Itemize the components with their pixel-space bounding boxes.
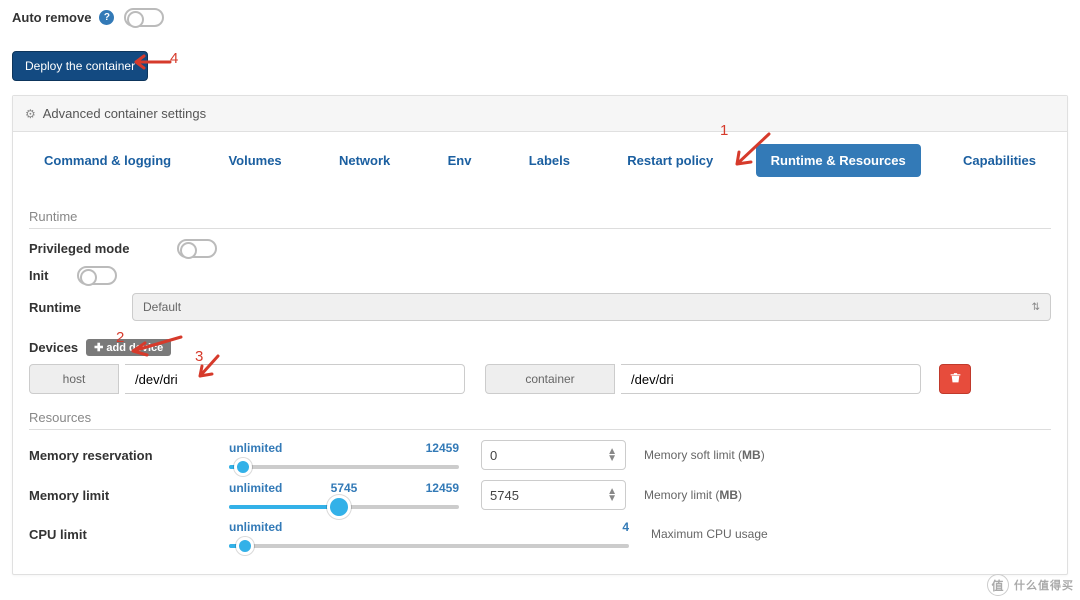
add-device-label: add device <box>106 342 163 354</box>
devices-row: Devices ✚ add device <box>29 339 1051 356</box>
runtime-selected: Default <box>143 300 181 314</box>
cpu-limit-row: CPU limit unlimited 4 Maximum CPU usage <box>29 520 1051 548</box>
mem-res-number-input[interactable]: 0 ▲▼ <box>481 440 626 470</box>
tab-restart-policy[interactable]: Restart policy <box>612 144 728 177</box>
mem-res-hint: Memory soft limit (MB) <box>644 448 765 462</box>
memory-limit-row: Memory limit unlimited 5745 12459 5745 ▲… <box>29 480 1051 510</box>
mem-lim-hint: Memory limit (MB) <box>644 488 742 502</box>
container-path-input[interactable] <box>621 364 921 394</box>
gear-icon: ⚙ <box>25 107 36 121</box>
privileged-row: Privileged mode <box>29 239 1051 258</box>
settings-header: ⚙ Advanced container settings <box>13 96 1067 132</box>
mem-lim-slider[interactable] <box>229 505 459 509</box>
mem-lim-mid: 5745 <box>331 481 358 495</box>
mem-res-max: 12459 <box>426 441 459 455</box>
auto-remove-row: Auto remove ? <box>12 8 1068 27</box>
device-mapping-row: host container <box>29 364 1051 394</box>
tab-labels[interactable]: Labels <box>514 144 585 177</box>
mem-res-value: 0 <box>490 448 497 463</box>
tabs-bar: Command & logging Volumes Network Env La… <box>13 132 1067 195</box>
cpu-hint: Maximum CPU usage <box>651 527 768 541</box>
tab-runtime-resources[interactable]: Runtime & Resources <box>756 144 921 177</box>
tab-network[interactable]: Network <box>324 144 405 177</box>
tab-env[interactable]: Env <box>433 144 487 177</box>
resources-section-title: Resources <box>29 410 1051 425</box>
auto-remove-label: Auto remove <box>12 10 91 25</box>
tab-capabilities[interactable]: Capabilities <box>948 144 1051 177</box>
runtime-row: Runtime Default ⇅ <box>29 293 1051 321</box>
host-path-input[interactable] <box>125 364 465 394</box>
cpu-slider[interactable] <box>229 544 629 548</box>
mem-lim-min: unlimited <box>229 481 282 495</box>
settings-header-label: Advanced container settings <box>43 106 206 121</box>
add-device-button[interactable]: ✚ add device <box>86 339 171 356</box>
memory-limit-label: Memory limit <box>29 488 229 503</box>
annotation-1: 1 <box>720 122 728 139</box>
runtime-label: Runtime <box>29 300 124 315</box>
devices-label: Devices <box>29 340 78 355</box>
trash-icon <box>949 371 962 387</box>
annotation-2: 2 <box>116 329 124 346</box>
init-row: Init <box>29 266 1051 285</box>
mem-res-min: unlimited <box>229 441 282 455</box>
annotation-3: 3 <box>195 348 203 365</box>
container-addon: container <box>485 364 615 394</box>
cpu-min: unlimited <box>229 520 282 534</box>
runtime-select[interactable]: Default ⇅ <box>132 293 1051 321</box>
tab-volumes[interactable]: Volumes <box>213 144 296 177</box>
privileged-toggle[interactable] <box>177 239 217 258</box>
plus-icon: ✚ <box>94 341 103 354</box>
stepper-icon: ▲▼ <box>607 488 617 502</box>
deploy-button[interactable]: Deploy the container <box>12 51 148 81</box>
auto-remove-toggle[interactable] <box>124 8 164 27</box>
stepper-icon: ▲▼ <box>607 448 617 462</box>
init-label: Init <box>29 268 69 283</box>
tab-command-logging[interactable]: Command & logging <box>29 144 186 177</box>
chevron-updown-icon: ⇅ <box>1032 302 1040 313</box>
memory-reservation-row: Memory reservation unlimited 12459 0 ▲▼ <box>29 440 1051 470</box>
memory-reservation-label: Memory reservation <box>29 448 229 463</box>
help-icon[interactable]: ? <box>99 10 114 25</box>
host-addon: host <box>29 364 119 394</box>
annotation-4: 4 <box>170 50 178 67</box>
delete-device-button[interactable] <box>939 364 971 394</box>
mem-res-slider[interactable] <box>229 465 459 469</box>
mem-lim-number-input[interactable]: 5745 ▲▼ <box>481 480 626 510</box>
cpu-max: 4 <box>622 520 629 534</box>
init-toggle[interactable] <box>77 266 117 285</box>
mem-lim-value: 5745 <box>490 488 519 503</box>
runtime-section-title: Runtime <box>29 209 1051 224</box>
advanced-settings-panel: ⚙ Advanced container settings Command & … <box>12 95 1068 575</box>
cpu-limit-label: CPU limit <box>29 527 229 542</box>
watermark: 值 什么值得买 <box>987 574 1074 596</box>
mem-lim-max: 12459 <box>426 481 459 495</box>
privileged-label: Privileged mode <box>29 241 169 256</box>
